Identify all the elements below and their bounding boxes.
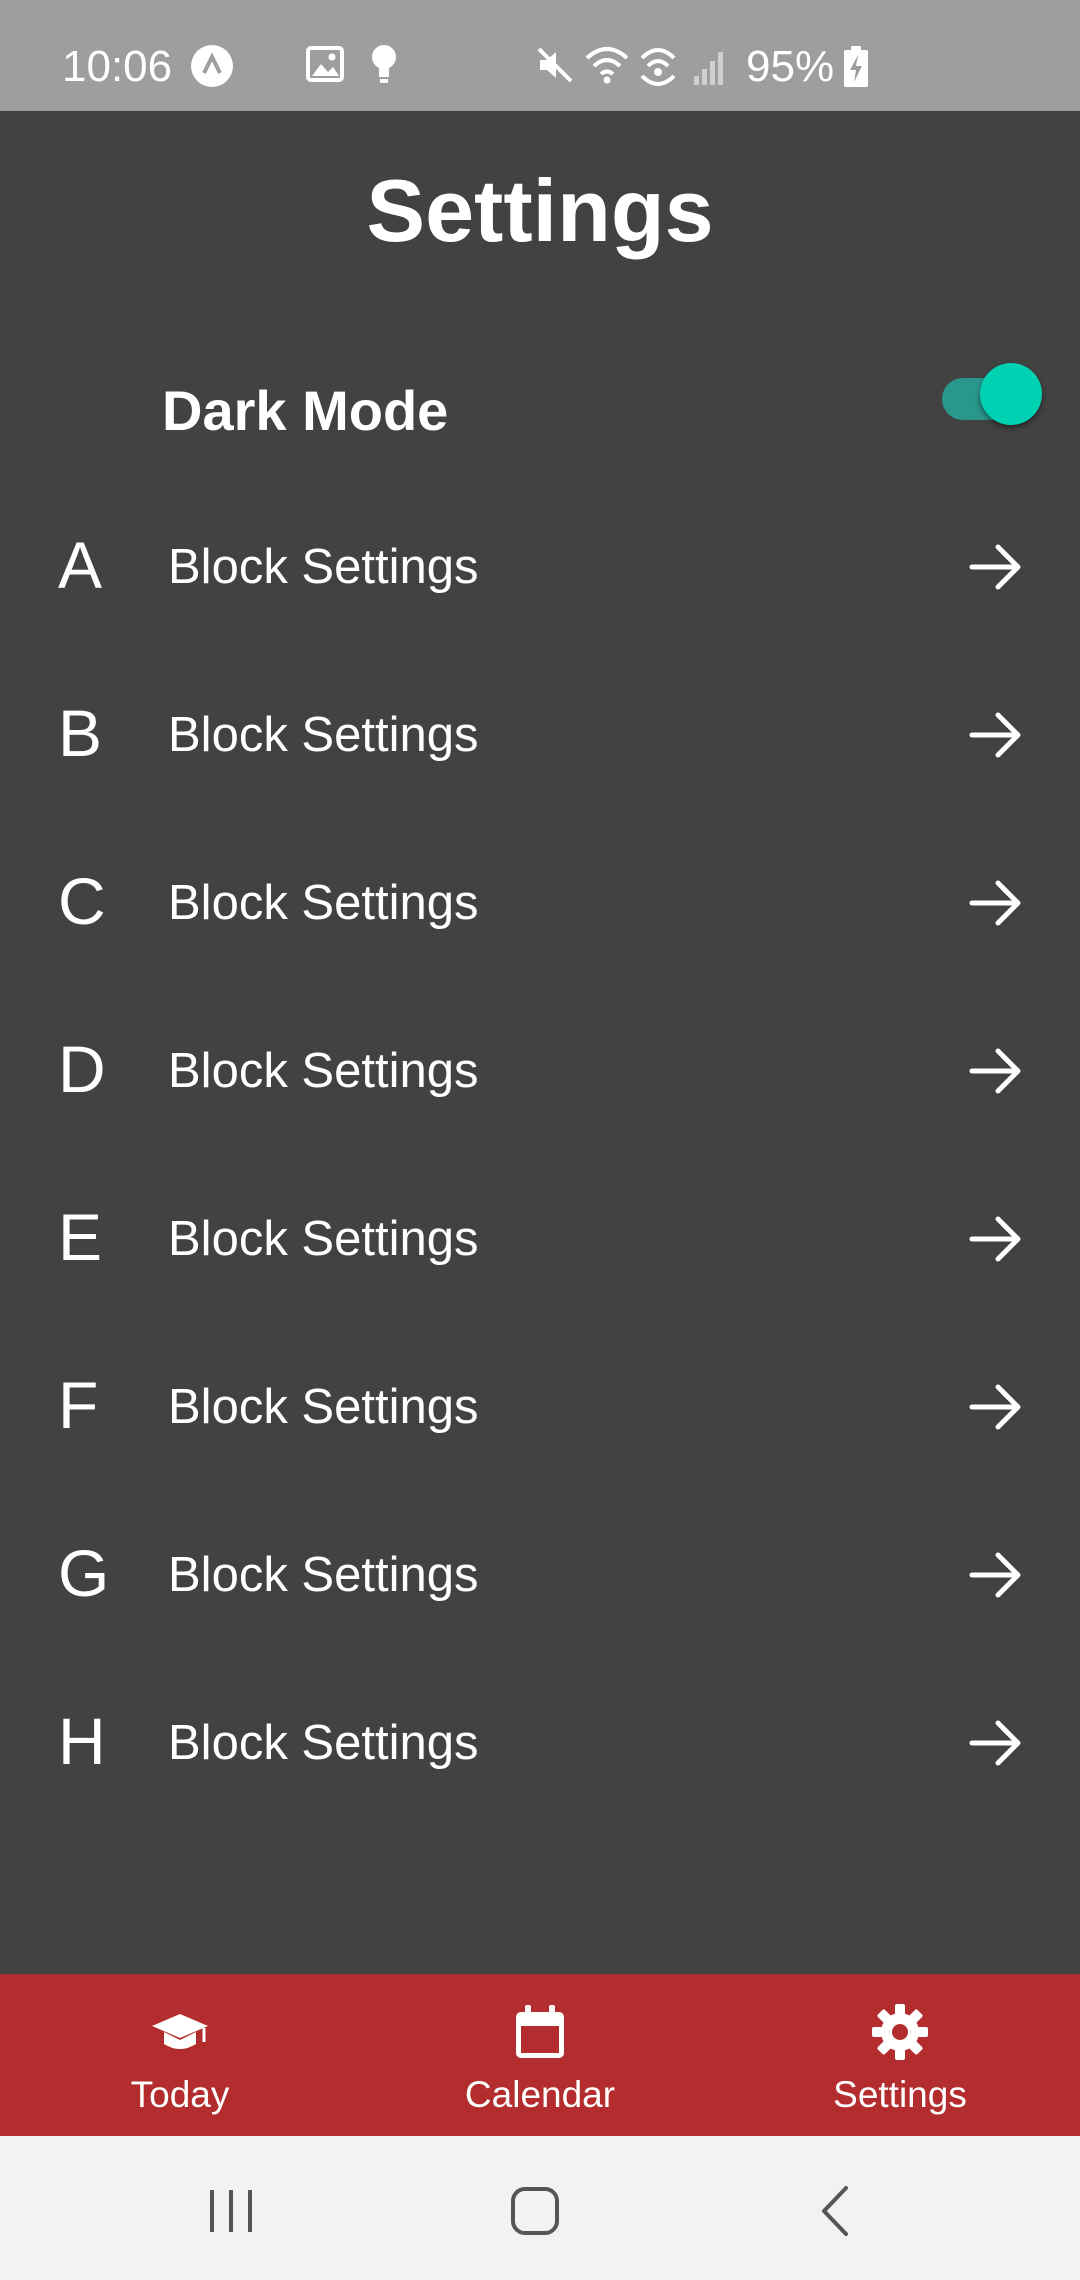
block-label: Block Settings bbox=[168, 540, 479, 594]
arrow-right-icon[interactable] bbox=[968, 1547, 1024, 1603]
block-label: Block Settings bbox=[168, 1044, 479, 1098]
dark-mode-label: Dark Mode bbox=[162, 379, 449, 442]
block-label: Block Settings bbox=[168, 708, 479, 762]
calendar-icon bbox=[516, 2005, 564, 2058]
block-row-b[interactable]: B Block Settings bbox=[0, 649, 1080, 817]
bulb-icon bbox=[372, 45, 396, 83]
arrow-right-icon[interactable] bbox=[968, 1043, 1024, 1099]
recents-icon[interactable] bbox=[198, 2176, 268, 2246]
block-label: Block Settings bbox=[168, 1548, 479, 1602]
tab-label: Settings bbox=[833, 2074, 967, 2115]
arrow-right-icon[interactable] bbox=[968, 1379, 1024, 1435]
block-row-g[interactable]: G Block Settings bbox=[0, 1489, 1080, 1657]
block-letter: C bbox=[58, 864, 106, 938]
block-label: Block Settings bbox=[168, 1380, 479, 1434]
battery-charging-icon bbox=[844, 46, 868, 87]
tab-label: Today bbox=[130, 2074, 230, 2115]
status-time: 10:06 bbox=[62, 42, 173, 91]
tab-settings[interactable]: Settings bbox=[750, 1974, 1050, 2136]
block-row-a[interactable]: A Block Settings bbox=[0, 481, 1080, 649]
tab-today[interactable]: Today bbox=[30, 1974, 330, 2136]
gear-icon bbox=[872, 2004, 928, 2060]
arrow-right-icon[interactable] bbox=[968, 1211, 1024, 1267]
tab-calendar[interactable]: Calendar bbox=[390, 1974, 690, 2136]
mute-icon bbox=[537, 47, 573, 83]
block-row-f[interactable]: F Block Settings bbox=[0, 1321, 1080, 1489]
block-letter: A bbox=[58, 528, 103, 602]
arrow-right-icon[interactable] bbox=[968, 875, 1024, 931]
bottom-tab-bar: Today Calendar Settings bbox=[0, 1974, 1080, 2136]
dark-mode-toggle[interactable] bbox=[942, 363, 1042, 433]
arrow-right-icon[interactable] bbox=[968, 707, 1024, 763]
block-letter: H bbox=[58, 1704, 106, 1778]
block-letter: F bbox=[58, 1368, 99, 1442]
block-settings-list: A Block Settings B Block Settings C Bloc… bbox=[0, 481, 1080, 1825]
block-label: Block Settings bbox=[168, 1212, 479, 1266]
block-letter: E bbox=[58, 1200, 103, 1274]
tab-label: Calendar bbox=[464, 2074, 616, 2115]
image-icon bbox=[306, 46, 344, 82]
back-icon[interactable] bbox=[802, 2176, 872, 2246]
block-letter: B bbox=[58, 696, 103, 770]
home-icon[interactable] bbox=[500, 2176, 570, 2246]
status-bar: 10:06 95% bbox=[0, 0, 1080, 111]
block-letter: G bbox=[58, 1536, 110, 1610]
block-row-c[interactable]: C Block Settings bbox=[0, 817, 1080, 985]
assistant-icon bbox=[191, 45, 233, 87]
signal-icon bbox=[694, 52, 723, 85]
dark-mode-row: Dark Mode bbox=[0, 360, 1080, 460]
block-row-h[interactable]: H Block Settings bbox=[0, 1657, 1080, 1825]
page-title: Settings bbox=[366, 161, 714, 260]
block-row-e[interactable]: E Block Settings bbox=[0, 1153, 1080, 1321]
graduation-cap-icon bbox=[152, 2014, 208, 2049]
arrow-right-icon[interactable] bbox=[968, 539, 1024, 595]
block-label: Block Settings bbox=[168, 876, 479, 930]
block-letter: D bbox=[58, 1032, 106, 1106]
toggle-thumb bbox=[980, 363, 1042, 425]
arrow-right-icon[interactable] bbox=[968, 1715, 1024, 1771]
block-row-d[interactable]: D Block Settings bbox=[0, 985, 1080, 1153]
wifi-icon bbox=[585, 47, 629, 84]
hotspot-icon bbox=[640, 48, 676, 86]
system-nav-bar bbox=[0, 2136, 1080, 2280]
battery-percentage: 95% bbox=[746, 42, 835, 91]
block-label: Block Settings bbox=[168, 1716, 479, 1770]
